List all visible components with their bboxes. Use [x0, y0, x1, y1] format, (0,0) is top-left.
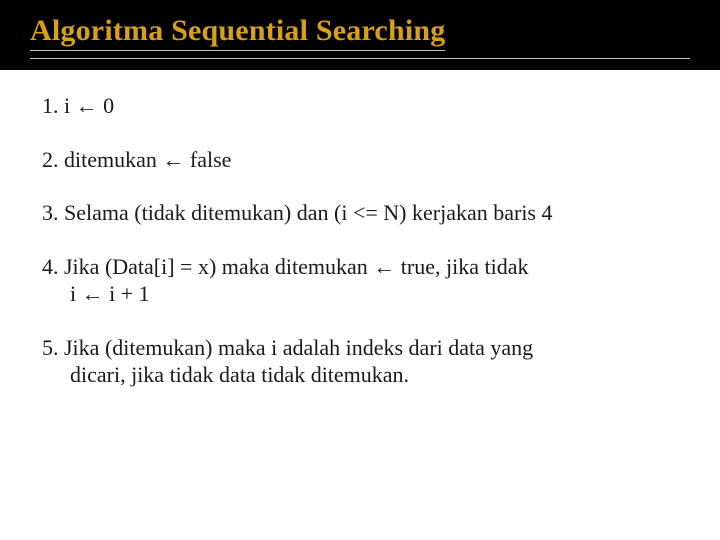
step-4-line1: 4. Jika (Data[i] = x) maka ditemukan ← t… [42, 253, 678, 281]
step-3-text: 3. Selama (tidak ditemukan) dan (i <= N)… [42, 199, 678, 227]
slide-body: 1. i ← 0 2. ditemukan ← false 3. Selama … [0, 70, 720, 540]
step-1-text: 1. i ← 0 [42, 92, 678, 120]
step-5-line2: dicari, jika tidak data tidak ditemukan. [70, 361, 678, 389]
step-4-line2: i ← i + 1 [70, 280, 678, 308]
step-2: 2. ditemukan ← false [42, 146, 678, 174]
step-1: 1. i ← 0 [42, 92, 678, 120]
title-band: Algoritma Sequential Searching [0, 14, 720, 65]
step-3: 3. Selama (tidak ditemukan) dan (i <= N)… [42, 199, 678, 227]
slide: Algoritma Sequential Searching 1. i ← 0 … [0, 0, 720, 540]
step-4: 4. Jika (Data[i] = x) maka ditemukan ← t… [42, 253, 678, 308]
step-2-text: 2. ditemukan ← false [42, 146, 678, 174]
step-5: 5. Jika (ditemukan) maka i adalah indeks… [42, 334, 678, 389]
slide-title: Algoritma Sequential Searching [30, 14, 690, 48]
title-underline [30, 58, 690, 59]
step-5-line1: 5. Jika (ditemukan) maka i adalah indeks… [42, 334, 678, 362]
